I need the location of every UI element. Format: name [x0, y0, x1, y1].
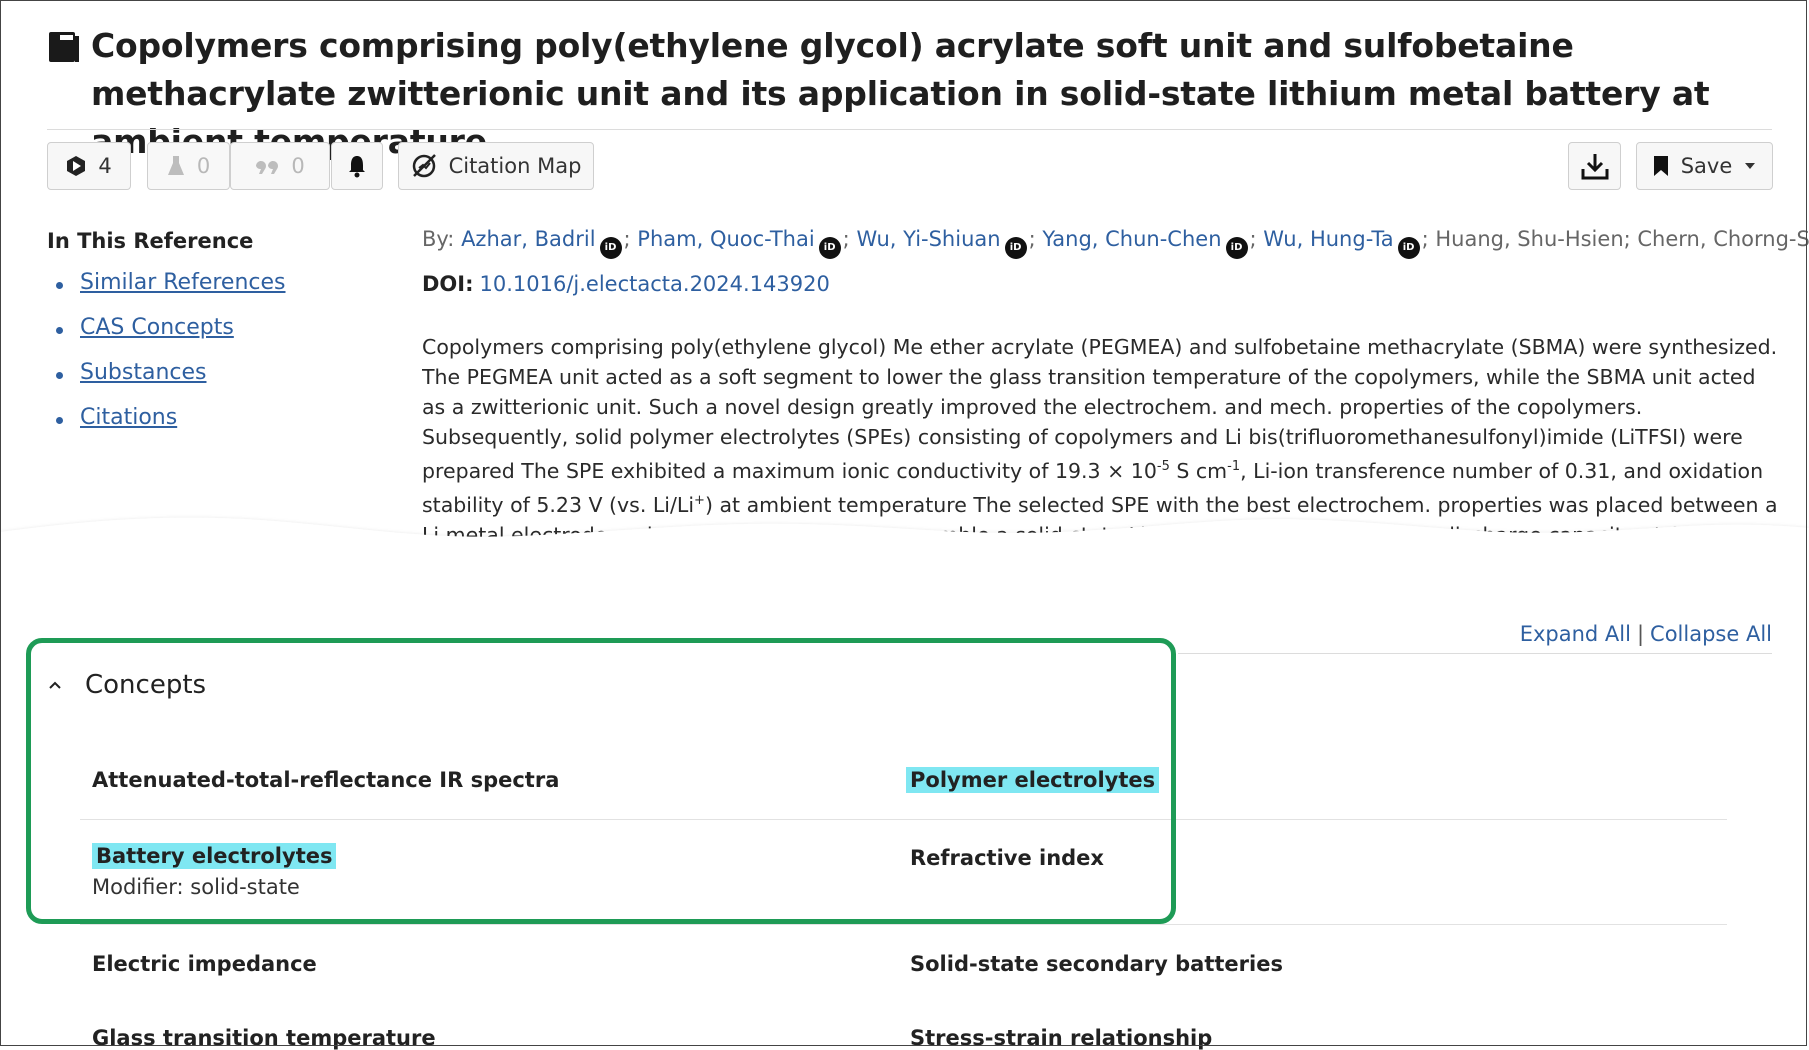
nav-item-citations: Citations: [56, 405, 286, 450]
nav-link-cas-concepts[interactable]: CAS Concepts: [80, 315, 234, 340]
orcid-icon[interactable]: iD: [1397, 237, 1420, 259]
concept-item[interactable]: Battery electrolytes: [92, 843, 337, 869]
citing-count: 0: [291, 154, 305, 178]
substances-count: 4: [98, 154, 112, 178]
concept-label-highlighted: Polymer electrolytes: [906, 767, 1160, 793]
chevron-up-icon: [49, 681, 61, 689]
concept-label: Solid-state secondary batteries: [910, 952, 1283, 976]
save-button[interactable]: Save: [1636, 142, 1773, 190]
concept-item[interactable]: Attenuated-total-reflectance IR spectra: [92, 768, 559, 792]
torn-edge-divider: [0, 517, 1809, 576]
concepts-heading: Concepts: [85, 670, 207, 700]
reference-nav: Similar References CAS Concepts Substanc…: [56, 270, 286, 450]
orcid-icon[interactable]: iD: [1225, 237, 1248, 259]
expand-all-link[interactable]: Expand All: [1520, 622, 1631, 646]
concept-label: Electric impedance: [92, 952, 317, 976]
abstract-segment: S cm: [1169, 458, 1228, 483]
bell-icon: [349, 156, 365, 178]
substances-button[interactable]: 4: [47, 142, 131, 190]
nav-item-similar-references: Similar References: [56, 270, 286, 315]
download-button[interactable]: [1568, 142, 1621, 190]
doi-link[interactable]: 10.1016/j.electacta.2024.143920: [480, 272, 830, 296]
reactions-button[interactable]: 0: [147, 142, 230, 190]
caret-down-icon: [1745, 163, 1756, 169]
citing-button[interactable]: 0: [230, 142, 330, 190]
nav-item-cas-concepts: CAS Concepts: [56, 315, 286, 360]
section-divider: [1178, 653, 1772, 654]
concept-label-highlighted: Battery electrolytes: [92, 843, 337, 869]
author-link[interactable]: Yang, Chun-Chen: [1042, 227, 1221, 251]
doi-label: DOI:: [422, 272, 474, 296]
author-link[interactable]: Wu, Yi-Shiuan: [856, 227, 1000, 251]
flask-icon: [167, 156, 184, 175]
expand-collapse-controls: Expand All | Collapse All: [1520, 622, 1772, 646]
citation-map-icon: [412, 154, 436, 178]
citation-map-button[interactable]: Citation Map: [398, 142, 594, 190]
nav-link-similar-references[interactable]: Similar References: [80, 270, 286, 295]
concept-item[interactable]: Stress-strain relationship: [910, 1026, 1212, 1050]
nav-item-substances: Substances: [56, 360, 286, 405]
separator: |: [1636, 622, 1645, 646]
citation-map-label: Citation Map: [448, 154, 582, 178]
concept-item[interactable]: Electric impedance: [92, 952, 317, 976]
author-byline: By: Azhar, Badril iD; Pham, Quoc-Thai iD; …: [422, 227, 1809, 259]
concept-modifier: Modifier: solid-state: [92, 875, 300, 899]
document-icon: [49, 32, 79, 62]
alert-button[interactable]: [331, 142, 383, 190]
doi-line: DOI: 10.1016/j.electacta.2024.143920: [422, 272, 830, 296]
orcid-icon[interactable]: iD: [599, 237, 622, 259]
in-this-reference-heading: In This Reference: [47, 229, 254, 253]
collapse-all-link[interactable]: Collapse All: [1650, 622, 1772, 646]
orcid-icon[interactable]: iD: [1004, 237, 1027, 259]
byline-prefix: By:: [422, 227, 462, 251]
orcid-icon[interactable]: iD: [818, 237, 841, 259]
other-authors: Huang, Shu-Hsien; Chern, Chorng-Shyan: [1435, 227, 1809, 251]
abstract-superscript: -1: [1227, 459, 1241, 474]
concepts-section-toggle[interactable]: Concepts: [49, 670, 206, 700]
title-divider: [47, 129, 1772, 130]
quote-icon: [256, 161, 279, 174]
concept-label: Glass transition temperature: [92, 1026, 436, 1050]
concept-label: Attenuated-total-reflectance IR spectra: [92, 768, 560, 792]
concept-item[interactable]: Refractive index: [910, 846, 1104, 870]
bookmark-icon: [1653, 156, 1668, 176]
author-link[interactable]: Azhar, Badril: [461, 227, 595, 251]
nav-link-citations[interactable]: Citations: [80, 405, 177, 430]
download-icon: [1581, 154, 1608, 180]
concept-item[interactable]: Polymer electrolytes: [906, 767, 1160, 793]
substance-icon: [67, 156, 86, 176]
author-link[interactable]: Pham, Quoc-Thai: [637, 227, 814, 251]
concept-label: Stress-strain relationship: [910, 1026, 1213, 1050]
concept-item[interactable]: Solid-state secondary batteries: [910, 952, 1283, 976]
abstract-superscript: -5: [1156, 459, 1170, 474]
concept-item[interactable]: Glass transition temperature: [92, 1026, 436, 1050]
concept-row-divider: [80, 819, 1727, 820]
author-link[interactable]: Wu, Hung-Ta: [1263, 227, 1393, 251]
save-label: Save: [1680, 154, 1733, 178]
concept-row-divider: [80, 924, 1727, 925]
reactions-count: 0: [196, 154, 211, 178]
nav-link-substances[interactable]: Substances: [80, 360, 206, 385]
concept-label: Refractive index: [910, 846, 1104, 870]
